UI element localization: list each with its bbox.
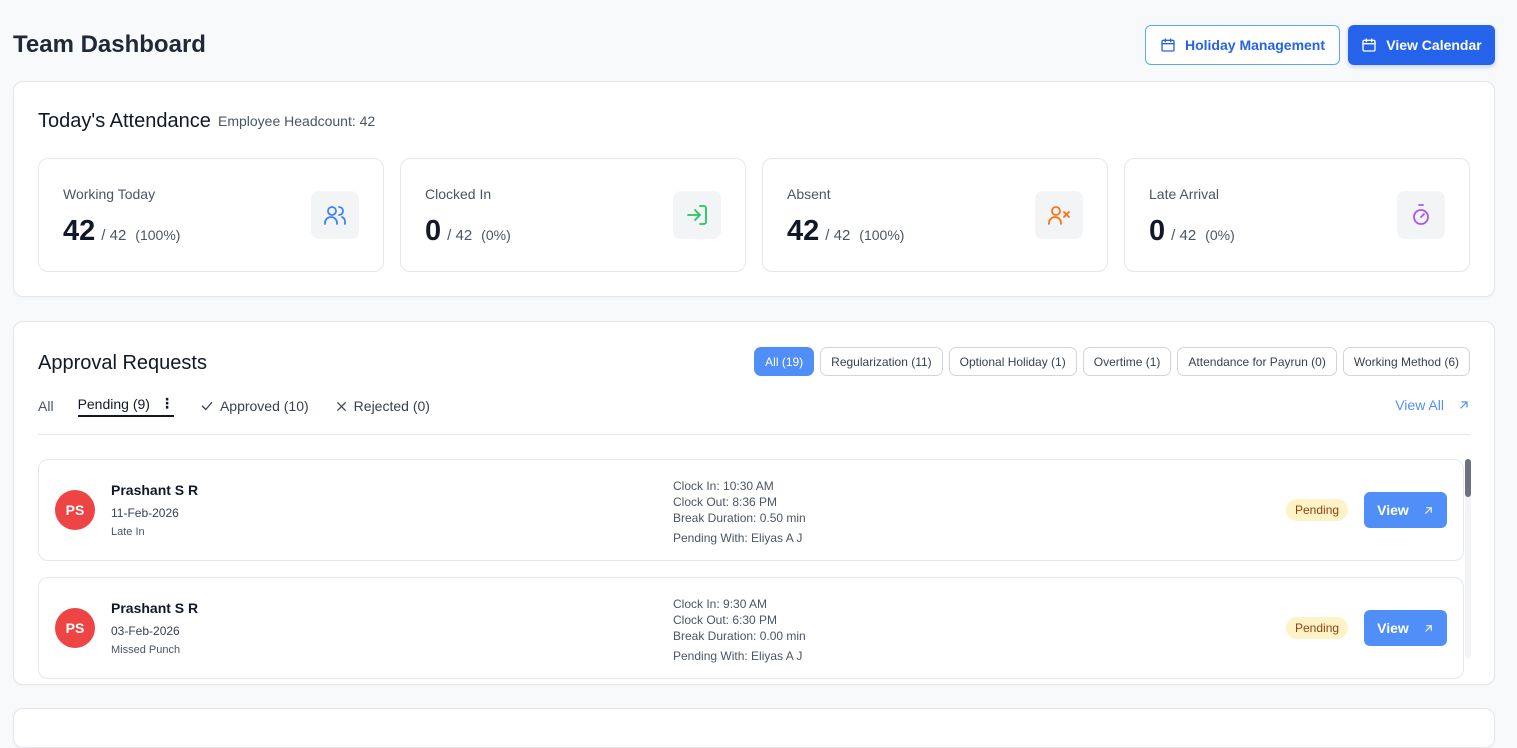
stat-value: 0 [1149, 215, 1166, 247]
pending-with: Pending With: Eliyas A J [673, 649, 803, 663]
check-icon [201, 401, 213, 411]
request-details: Clock In: 9:30 AM Clock Out: 6:30 PM Bre… [673, 596, 806, 664]
view-all-link[interactable]: View All [1395, 397, 1470, 413]
employee-headcount: Employee Headcount: 42 [218, 113, 376, 129]
avatar: PS [55, 608, 95, 648]
approval-requests-card: Approval Requests All (19) Regularizatio… [13, 321, 1495, 685]
stat-late-arrival: Late Arrival 0 / 42 (0%) [1124, 158, 1470, 272]
status-badge: Pending [1286, 499, 1349, 521]
view-calendar-button[interactable]: View Calendar [1348, 25, 1495, 65]
tab-pending-label: Pending (9) [77, 395, 150, 412]
stat-absent: Absent 42 / 42 (100%) [762, 158, 1108, 272]
tab-rejected-label: Rejected (0) [353, 398, 430, 414]
clock-in: Clock In: 10:30 AM [673, 479, 774, 493]
tab-rejected[interactable]: Rejected (0) [335, 398, 430, 414]
stat-label: Clocked In [425, 186, 492, 202]
calendar-icon [1161, 38, 1175, 52]
stat-working-today: Working Today 42 / 42 (100%) [38, 158, 384, 272]
stat-percent: (0%) [1205, 227, 1235, 243]
employee-name: Prashant S R [111, 482, 199, 498]
holiday-management-label: Holiday Management [1184, 37, 1326, 53]
stat-label: Late Arrival [1149, 186, 1220, 202]
request-item: PS Prashant S R 03-Feb-2026 Missed Punch… [38, 577, 1464, 679]
break-duration: Break Duration: 0.00 min [673, 629, 806, 643]
stat-value: 42 [787, 215, 820, 247]
clock-in: Clock In: 9:30 AM [673, 597, 768, 611]
request-type: Missed Punch [111, 644, 181, 656]
stat-percent: (0%) [481, 227, 511, 243]
stat-total: / 42 [825, 227, 851, 244]
filter-chip-all[interactable]: All (19) [754, 347, 815, 376]
stat-label: Absent [787, 186, 831, 202]
attendance-card: Today's Attendance Employee Headcount: 4… [13, 81, 1495, 297]
status-badge: Pending [1286, 617, 1349, 639]
tab-all[interactable]: All [38, 398, 54, 414]
kebab-menu-icon[interactable]: ⋮ [160, 395, 174, 412]
clock-out: Clock Out: 8:36 PM [673, 495, 778, 509]
pending-with: Pending With: Eliyas A J [673, 531, 803, 545]
view-request-button[interactable]: View [1364, 492, 1447, 528]
filter-chip-regularization[interactable]: Regularization (11) [820, 347, 943, 376]
external-arrow-icon [1425, 506, 1432, 514]
status-tabs: All Pending (9) ⋮ Approved (10) Rejected… [38, 394, 430, 418]
employee-name: Prashant S R [111, 600, 199, 616]
tab-approved[interactable]: Approved (10) [200, 398, 309, 414]
stat-total: / 42 [101, 227, 127, 244]
view-calendar-label: View Calendar [1386, 37, 1482, 53]
stopwatch-icon [1397, 191, 1445, 239]
requests-scrollbar[interactable] [1465, 459, 1471, 659]
request-type: Late In [111, 526, 145, 538]
stat-percent: (100%) [859, 227, 905, 243]
approval-title: Approval Requests [38, 352, 207, 374]
scrollbar-thumb[interactable] [1465, 459, 1471, 497]
divider [38, 434, 1470, 435]
attendance-title: Today's Attendance [38, 110, 211, 132]
users-icon [311, 191, 359, 239]
next-section-card [13, 708, 1495, 748]
stat-label: Working Today [63, 186, 156, 202]
external-arrow-icon [1425, 624, 1432, 632]
request-details: Clock In: 10:30 AM Clock Out: 8:36 PM Br… [673, 478, 806, 546]
stat-value: 42 [63, 215, 96, 247]
holiday-management-button[interactable]: Holiday Management [1145, 25, 1340, 65]
request-date: 03-Feb-2026 [111, 624, 180, 638]
tab-pending[interactable]: Pending (9) ⋮ [77, 395, 174, 417]
stat-total: / 42 [447, 227, 473, 244]
x-icon [336, 401, 346, 411]
filter-chip-optional-holiday[interactable]: Optional Holiday (1) [948, 347, 1077, 376]
stat-percent: (100%) [135, 227, 181, 243]
calendar-icon [1362, 38, 1376, 52]
request-item: PS Prashant S R 11-Feb-2026 Late In Cloc… [38, 459, 1464, 561]
avatar: PS [55, 490, 95, 530]
login-arrow-icon [673, 191, 721, 239]
filter-chip-overtime[interactable]: Overtime (1) [1082, 347, 1172, 376]
view-label: View [1377, 502, 1409, 518]
stat-total: / 42 [1171, 227, 1197, 244]
filter-chips: All (19) Regularization (11) Optional Ho… [754, 347, 1470, 376]
stat-value: 0 [425, 215, 442, 247]
external-arrow-icon [1460, 401, 1468, 409]
page-title: Team Dashboard [13, 31, 206, 58]
filter-chip-working-method[interactable]: Working Method (6) [1342, 347, 1470, 376]
stat-clocked-in: Clocked In 0 / 42 (0%) [400, 158, 746, 272]
break-duration: Break Duration: 0.50 min [673, 511, 806, 525]
tab-approved-label: Approved (10) [219, 398, 309, 414]
view-label: View [1377, 620, 1409, 636]
view-all-label: View All [1395, 397, 1444, 413]
view-request-button[interactable]: View [1364, 610, 1447, 646]
filter-chip-attendance-payrun[interactable]: Attendance for Payrun (0) [1177, 347, 1337, 376]
user-x-icon [1035, 191, 1083, 239]
request-date: 11-Feb-2026 [111, 506, 179, 520]
clock-out: Clock Out: 6:30 PM [673, 613, 778, 627]
